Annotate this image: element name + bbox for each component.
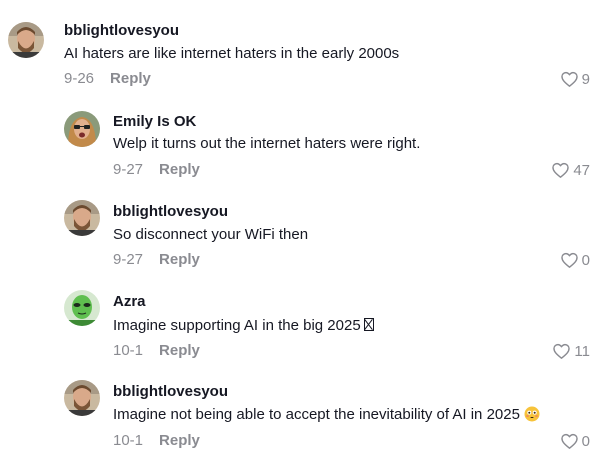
like-count: 11 — [574, 342, 590, 360]
avatar[interactable] — [64, 290, 100, 326]
avatar[interactable] — [64, 200, 100, 236]
heart-icon — [560, 433, 578, 449]
comment-text: Welp it turns out the internet haters we… — [113, 135, 421, 152]
reply-button[interactable]: Reply — [159, 432, 200, 449]
comment-meta: 10-1 Reply — [113, 342, 200, 360]
username[interactable]: Azra — [113, 293, 146, 311]
comment-date: 9-27 — [113, 251, 144, 268]
heart-icon — [553, 343, 571, 359]
avatar[interactable] — [64, 111, 100, 147]
missing-glyph-icon — [363, 318, 374, 331]
comment-5: bblightlovesyou Imagine not being able t… — [0, 372, 604, 467]
comment-date: 10-1 — [113, 342, 144, 359]
heart-icon — [560, 252, 578, 268]
comment-text-body: Imagine supporting AI in the big 2025 — [113, 317, 361, 334]
comment-text: AI haters are like internet haters in th… — [64, 45, 400, 62]
username[interactable]: Emily Is OK — [113, 113, 196, 131]
comment-3: bblightlovesyou So disconnect your WiFi … — [0, 190, 604, 280]
like-button[interactable]: 47 — [551, 161, 590, 180]
like-button[interactable]: 0 — [560, 432, 590, 451]
comment-meta: 9-26 Reply — [64, 70, 151, 88]
comment-2: Emily Is OK Welp it turns out the intern… — [0, 96, 604, 190]
username[interactable]: bblightlovesyou — [113, 383, 228, 401]
reply-button[interactable]: Reply — [110, 70, 151, 87]
comment-date: 10-1 — [113, 432, 144, 449]
comment-1: bblightlovesyou AI haters are like inter… — [0, 0, 604, 96]
comment-meta: 9-27 Reply — [113, 251, 200, 269]
avatar[interactable] — [8, 22, 44, 58]
reply-button[interactable]: Reply — [159, 251, 200, 268]
comment-4: Azra Imagine supporting AI in the big 20… — [0, 280, 604, 372]
comment-text: Imagine supporting AI in the big 2025 — [113, 316, 374, 336]
bearded-man-avatar-image — [64, 200, 100, 236]
woman-sunglasses-avatar-image — [64, 111, 100, 147]
comment-text: Imagine not being able to accept the ine… — [113, 405, 540, 425]
like-button[interactable]: 0 — [560, 251, 590, 270]
green-alien-avatar-image — [64, 290, 100, 326]
username[interactable]: bblightlovesyou — [64, 22, 179, 40]
bearded-man-avatar-image — [8, 22, 44, 58]
heart-icon — [560, 71, 578, 87]
username[interactable]: bblightlovesyou — [113, 203, 228, 221]
flushed-face-emoji-icon — [524, 406, 540, 422]
like-count: 47 — [573, 161, 590, 179]
comment-text-body: Imagine not being able to accept the ine… — [113, 406, 520, 423]
reply-button[interactable]: Reply — [159, 342, 200, 359]
comment-meta: 10-1 Reply — [113, 432, 200, 450]
like-button[interactable]: 9 — [560, 70, 590, 89]
like-count: 9 — [581, 70, 590, 88]
heart-icon — [552, 162, 570, 178]
like-button[interactable]: 11 — [552, 342, 590, 361]
comment-date: 9-27 — [113, 161, 144, 178]
reply-button[interactable]: Reply — [159, 161, 200, 178]
avatar[interactable] — [64, 380, 100, 416]
bearded-man-avatar-image — [64, 380, 100, 416]
comment-date: 9-26 — [64, 70, 95, 87]
comment-text: So disconnect your WiFi then — [113, 226, 309, 243]
comment-meta: 9-27 Reply — [113, 161, 200, 179]
like-count: 0 — [581, 432, 590, 450]
like-count: 0 — [581, 251, 590, 269]
